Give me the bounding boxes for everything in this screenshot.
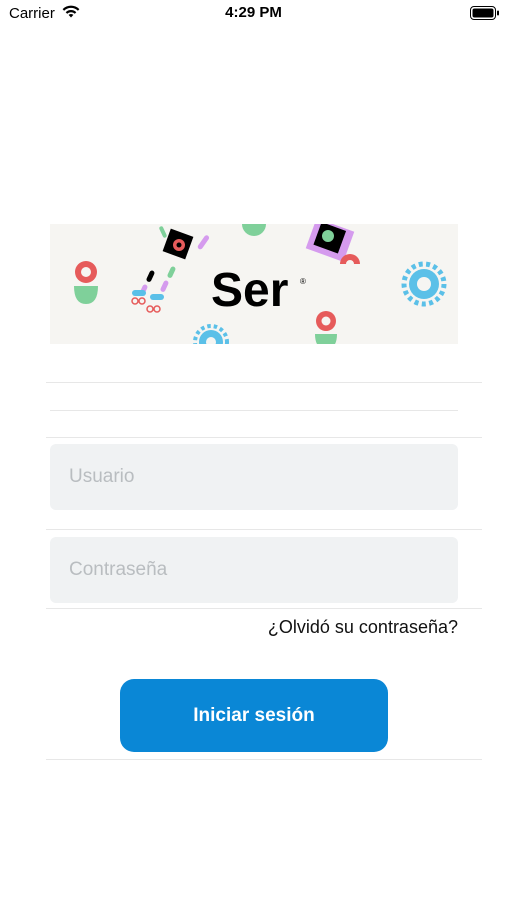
leaf-icon [242, 224, 266, 236]
gear-icon [193, 324, 229, 344]
gear-icon [401, 261, 447, 307]
password-input[interactable] [50, 537, 458, 603]
separator-line [46, 382, 482, 383]
separator-line [46, 608, 482, 609]
battery-icon [470, 6, 499, 20]
status-bar: Carrier 4:29 PM [0, 0, 507, 28]
clock: 4:29 PM [225, 4, 282, 21]
flower-icon [315, 311, 337, 344]
banner-illustration: Ser ® [74, 224, 447, 344]
registered-mark: ® [300, 277, 306, 286]
robot-icon [131, 226, 210, 313]
username-input[interactable] [50, 444, 458, 510]
flower-icon [74, 261, 98, 304]
login-button[interactable]: Iniciar sesión [120, 679, 388, 752]
separator-line [46, 437, 482, 438]
forgot-password-link[interactable]: ¿Olvidó su contraseña? [268, 617, 458, 638]
separator-line [50, 410, 458, 411]
separator-line [46, 759, 482, 760]
brand-logo: Ser [211, 264, 288, 317]
brand-banner: Ser ® [50, 224, 458, 344]
separator-line [46, 529, 482, 530]
camera-robot-icon [305, 224, 360, 264]
